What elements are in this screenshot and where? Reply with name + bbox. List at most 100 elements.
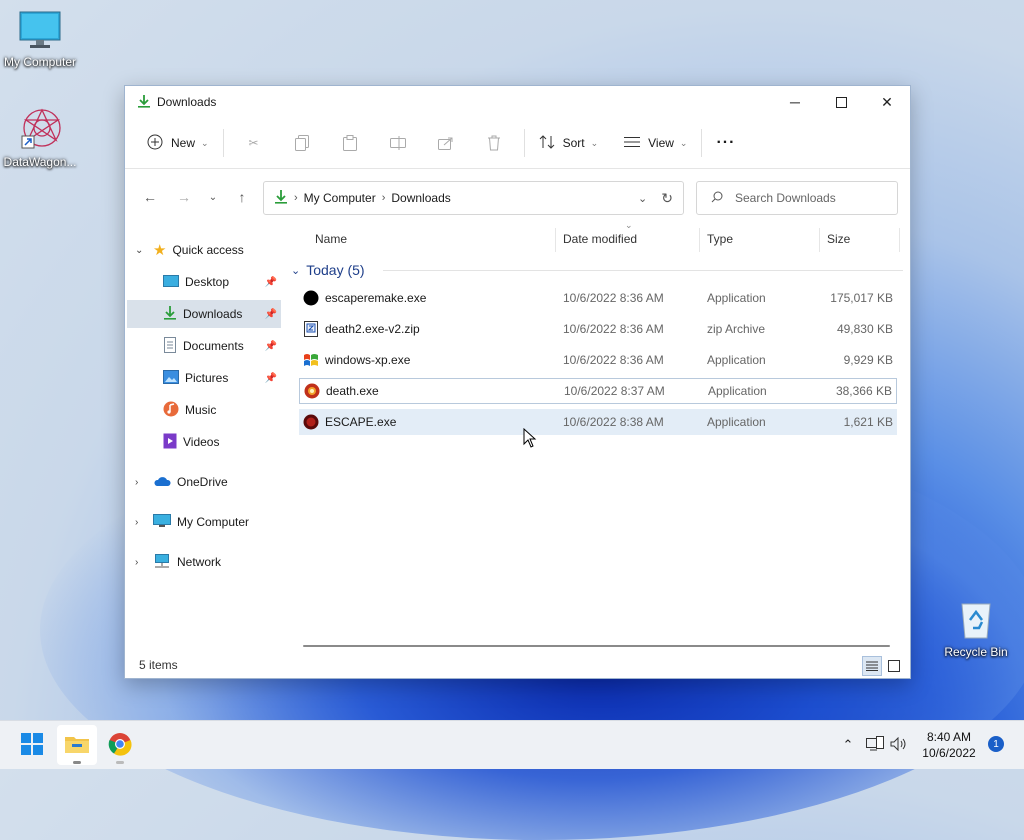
sidebar-item-my-computer[interactable]: › My Computer bbox=[127, 508, 281, 536]
sidebar-item-label: Videos bbox=[183, 435, 220, 449]
sidebar-item-onedrive[interactable]: › OneDrive bbox=[127, 468, 281, 496]
downloads-folder-icon bbox=[163, 305, 177, 324]
pin-icon[interactable]: 📌 bbox=[265, 373, 277, 384]
paste-icon[interactable] bbox=[326, 127, 374, 159]
refresh-icon[interactable]: ↻ bbox=[661, 190, 673, 207]
recent-locations-button[interactable]: ⌄ bbox=[201, 182, 225, 212]
desktop-icon-my-computer[interactable]: My Computer bbox=[0, 10, 80, 69]
chevron-down-icon: ⌄ bbox=[291, 264, 301, 277]
pin-icon[interactable]: 📌 bbox=[265, 277, 277, 288]
running-indicator bbox=[73, 761, 81, 764]
column-label: Date modified bbox=[563, 232, 638, 246]
breadcrumb-my-computer[interactable]: My Computer bbox=[304, 191, 376, 205]
desktop-icon-label: DataWagon... bbox=[3, 155, 77, 169]
view-button[interactable]: View ⌄ bbox=[616, 127, 695, 159]
search-input[interactable] bbox=[733, 190, 887, 206]
file-row[interactable]: escaperemake.exe 10/6/2022 8:36 AM Appli… bbox=[299, 285, 897, 311]
desktop-icon-recycle-bin[interactable]: Recycle Bin bbox=[936, 598, 1016, 659]
title-bar[interactable]: Downloads ─ ✕ bbox=[125, 86, 910, 118]
file-row[interactable]: windows-xp.exe 10/6/2022 8:36 AM Applica… bbox=[299, 347, 897, 373]
share-icon[interactable] bbox=[422, 127, 470, 159]
sidebar-item-label: Pictures bbox=[185, 371, 229, 385]
copy-icon[interactable] bbox=[278, 127, 326, 159]
details-view-button[interactable] bbox=[862, 656, 882, 676]
pin-icon[interactable]: 📌 bbox=[265, 341, 277, 352]
sidebar-item-downloads[interactable]: Downloads 📌 bbox=[127, 300, 281, 328]
address-bar[interactable]: › My Computer › Downloads ⌄ ↻ bbox=[263, 181, 684, 215]
column-label: Type bbox=[707, 232, 734, 246]
back-button[interactable]: ← bbox=[133, 182, 167, 212]
column-header-name[interactable]: Name bbox=[315, 226, 347, 252]
sort-label: Sort bbox=[562, 136, 585, 150]
folder-icon bbox=[64, 734, 90, 757]
file-explorer-window: Downloads ─ ✕ New ⌄ ✂ Sort ⌄ View ⌄ ··· … bbox=[124, 85, 911, 679]
column-header-size[interactable]: Size bbox=[827, 226, 850, 252]
file-size: 49,830 KB bbox=[836, 322, 893, 336]
file-size: 175,017 KB bbox=[830, 291, 893, 305]
sidebar-item-documents[interactable]: Documents 📌 bbox=[127, 332, 281, 360]
download-arrow-icon bbox=[274, 189, 288, 208]
chevron-down-icon: ⌄ bbox=[679, 137, 688, 148]
desktop-icon-datawagon[interactable]: DataWagon... bbox=[0, 106, 80, 169]
sort-button[interactable]: Sort ⌄ bbox=[531, 127, 607, 159]
sidebar-item-label: Downloads bbox=[183, 307, 243, 321]
chevron-down-icon[interactable]: ⌄ bbox=[135, 245, 149, 256]
file-date: 10/6/2022 8:38 AM bbox=[563, 415, 664, 429]
sidebar-item-quick-access[interactable]: ⌄ ★ Quick access bbox=[127, 236, 281, 264]
file-date: 10/6/2022 8:36 AM bbox=[563, 291, 664, 305]
taskbar-file-explorer[interactable] bbox=[57, 725, 97, 765]
chevron-right-icon[interactable]: › bbox=[135, 477, 149, 488]
cut-icon[interactable]: ✂ bbox=[230, 127, 278, 159]
taskbar-clock[interactable]: 8:40 AM 10/6/2022 bbox=[914, 729, 984, 761]
breadcrumb-downloads[interactable]: Downloads bbox=[391, 191, 450, 205]
desktop-icon-label: My Computer bbox=[3, 55, 77, 69]
up-button[interactable]: ↑ bbox=[225, 182, 259, 212]
address-dropdown-icon[interactable]: ⌄ bbox=[638, 192, 647, 205]
file-name: ESCAPE.exe bbox=[325, 415, 397, 429]
rename-icon[interactable] bbox=[374, 127, 422, 159]
chevron-right-icon[interactable]: › bbox=[135, 517, 149, 528]
group-label: Today (5) bbox=[306, 262, 365, 278]
file-row[interactable]: ESCAPE.exe 10/6/2022 8:38 AM Application… bbox=[299, 409, 897, 435]
file-row[interactable]: death2.exe-v2.zip 10/6/2022 8:36 AM zip … bbox=[299, 316, 897, 342]
plus-circle-icon bbox=[147, 134, 163, 153]
pin-icon[interactable]: 📌 bbox=[265, 309, 277, 320]
new-label: New bbox=[171, 136, 196, 150]
forward-button[interactable]: → bbox=[167, 182, 201, 212]
file-row[interactable]: death.exe 10/6/2022 8:37 AM Application … bbox=[299, 378, 897, 404]
notification-badge[interactable]: 1 bbox=[988, 736, 1004, 752]
chevron-up-icon[interactable]: ⌃ bbox=[838, 737, 858, 753]
column-divider[interactable] bbox=[555, 228, 556, 252]
monitor-icon bbox=[0, 10, 80, 53]
sidebar-item-label: My Computer bbox=[177, 515, 250, 529]
column-divider[interactable] bbox=[819, 228, 820, 252]
maximize-button[interactable] bbox=[818, 86, 864, 118]
minimize-button[interactable]: ─ bbox=[772, 86, 818, 118]
new-button[interactable]: New ⌄ bbox=[139, 127, 217, 159]
large-icons-view-button[interactable] bbox=[884, 656, 904, 676]
network-status-icon[interactable] bbox=[866, 735, 884, 755]
search-box[interactable] bbox=[696, 181, 898, 215]
file-size: 1,621 KB bbox=[843, 415, 893, 429]
sidebar-item-pictures[interactable]: Pictures 📌 bbox=[127, 364, 281, 392]
volume-icon[interactable] bbox=[890, 736, 908, 754]
clock-time: 8:40 AM bbox=[926, 730, 972, 744]
horizontal-scrollbar[interactable] bbox=[303, 645, 890, 647]
sidebar-item-label: Documents bbox=[183, 339, 244, 353]
window-title: Downloads bbox=[157, 95, 217, 109]
column-header-type[interactable]: Type bbox=[707, 226, 733, 252]
sidebar-item-desktop[interactable]: Desktop 📌 bbox=[127, 268, 281, 296]
delete-icon[interactable] bbox=[470, 127, 518, 159]
close-button[interactable]: ✕ bbox=[864, 86, 910, 118]
column-divider[interactable] bbox=[699, 228, 700, 252]
group-header-today[interactable]: ⌄ Today (5) bbox=[291, 262, 903, 278]
taskbar-chrome[interactable] bbox=[100, 725, 140, 765]
start-button[interactable] bbox=[12, 725, 52, 765]
sidebar-item-music[interactable]: Music bbox=[127, 396, 281, 424]
chevron-right-icon[interactable]: › bbox=[135, 557, 149, 568]
more-options-button[interactable]: ··· bbox=[708, 127, 743, 159]
sidebar-item-network[interactable]: › Network bbox=[127, 548, 281, 576]
sidebar-item-videos[interactable]: Videos bbox=[127, 428, 281, 456]
file-name: death2.exe-v2.zip bbox=[325, 322, 420, 336]
column-divider[interactable] bbox=[899, 228, 900, 252]
